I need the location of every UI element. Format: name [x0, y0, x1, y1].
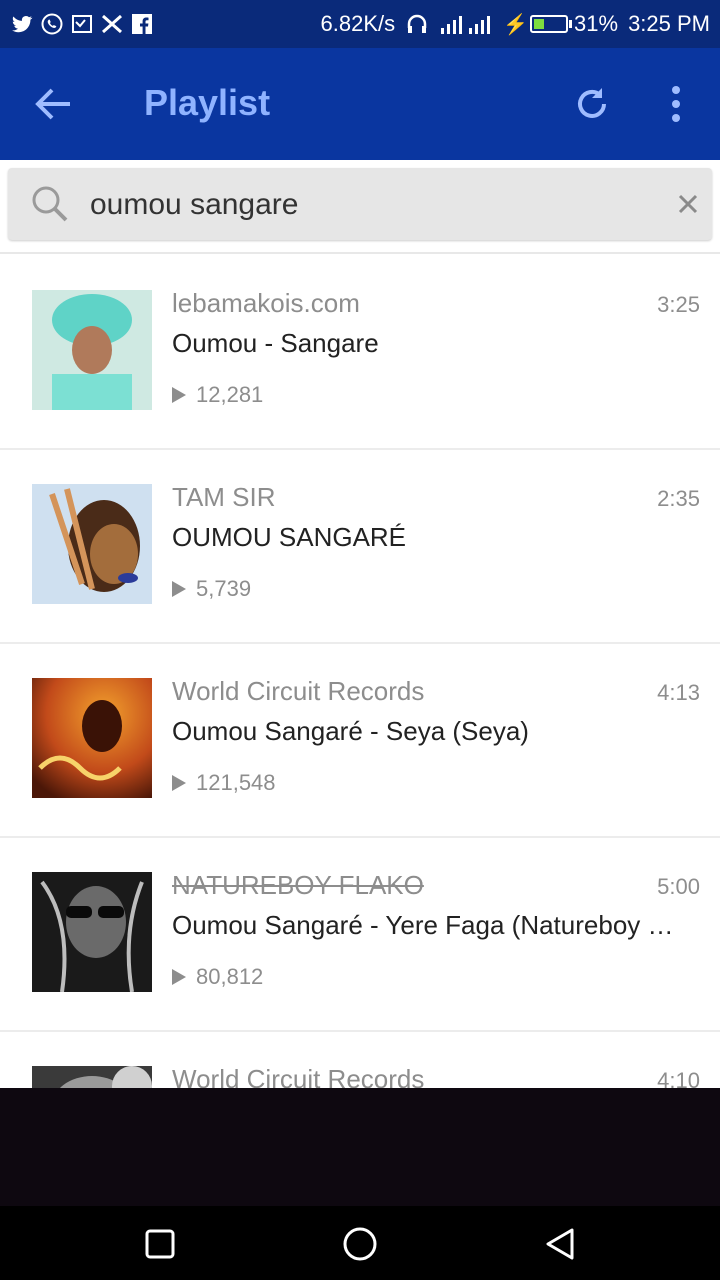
refresh-icon [578, 88, 606, 118]
view-count-value: 12,281 [196, 382, 264, 407]
play-icon [172, 387, 186, 403]
video-thumbnail [32, 678, 152, 798]
duration: 4:10 [657, 1068, 700, 1088]
list-item[interactable]: World Circuit Records 4:10 [0, 1032, 720, 1088]
back-button[interactable] [34, 86, 74, 122]
search-icon [30, 184, 70, 224]
search-input[interactable] [88, 182, 652, 228]
bottom-panel [0, 1088, 720, 1206]
video-thumbnail [32, 1066, 152, 1088]
channel-name: World Circuit Records [172, 676, 425, 706]
refresh-button[interactable] [572, 84, 612, 124]
video-thumbnail [32, 872, 152, 992]
list-item[interactable]: NATUREBOY FLAKO 5:00 Oumou Sangaré - Yer… [0, 838, 720, 1032]
view-count-value: 5,739 [196, 576, 252, 601]
channel-name: World Circuit Records [172, 1064, 425, 1088]
duration: 5:00 [657, 874, 700, 899]
circle-icon [343, 1227, 377, 1261]
list-item[interactable]: World Circuit Records 4:13 Oumou Sangaré… [0, 644, 720, 838]
duration: 3:25 [657, 292, 700, 317]
twitter-icon [10, 12, 34, 36]
facebook-icon [130, 12, 154, 36]
close-icon [678, 194, 698, 214]
more-options-button[interactable] [664, 84, 688, 124]
status-bar: 6.82K/s ⚡ 31% 3:25 PM [0, 0, 720, 48]
view-count: 121,548 [172, 770, 276, 796]
video-thumbnail [32, 290, 152, 410]
video-list: lebamakois.com 3:25 Oumou - Sangare 12,2… [0, 256, 720, 1088]
network-speed: 6.82K/s [320, 11, 396, 36]
video-title: Oumou Sangaré - Seya (Seya) [172, 716, 529, 746]
search-bar [8, 168, 712, 240]
duration: 2:35 [657, 486, 700, 511]
recent-apps-button[interactable] [142, 1226, 178, 1262]
battery-level: 31% [574, 11, 619, 36]
signal-icon [439, 12, 493, 36]
home-button[interactable] [342, 1226, 378, 1262]
back-nav-button[interactable] [542, 1226, 578, 1262]
whatsapp-icon [40, 12, 64, 36]
list-item[interactable]: TAM SIR 2:35 OUMOU SANGARÉ 5,739 [0, 450, 720, 644]
view-count-value: 121,548 [196, 770, 276, 795]
divider [0, 252, 720, 254]
video-title: Oumou Sangaré - Yere Faga (Natureboy … [172, 910, 674, 940]
play-icon [172, 775, 186, 791]
battery-icon: ⚡ [503, 12, 573, 37]
video-title: OUMOU SANGARÉ [172, 522, 407, 552]
clear-search-button[interactable] [672, 188, 704, 220]
channel-name: TAM SIR [172, 482, 276, 512]
list-item[interactable]: lebamakois.com 3:25 Oumou - Sangare 12,2… [0, 256, 720, 450]
video-thumbnail [32, 484, 152, 604]
view-count: 5,739 [172, 576, 251, 602]
triangle-back-icon [546, 1228, 574, 1260]
system-nav-bar [0, 1206, 720, 1280]
app-bar: Playlist [0, 48, 720, 160]
square-icon [145, 1229, 175, 1259]
channel-name: lebamakois.com [172, 288, 360, 318]
tools-icon [100, 12, 124, 36]
view-count: 12,281 [172, 382, 263, 408]
headphones-icon [405, 12, 429, 36]
cast-icon [70, 12, 94, 36]
channel-name: NATUREBOY FLAKO [172, 870, 424, 900]
duration: 4:13 [657, 680, 700, 705]
view-count-value: 80,812 [196, 964, 264, 989]
more-vert-icon [672, 86, 680, 122]
view-count: 80,812 [172, 964, 263, 990]
video-title: Oumou - Sangare [172, 328, 379, 358]
clock: 3:25 PM [628, 11, 710, 36]
arrow-back-icon [35, 88, 70, 120]
page-title: Playlist [144, 82, 271, 123]
play-icon [172, 969, 186, 985]
notification-icons [10, 12, 154, 36]
play-icon [172, 581, 186, 597]
